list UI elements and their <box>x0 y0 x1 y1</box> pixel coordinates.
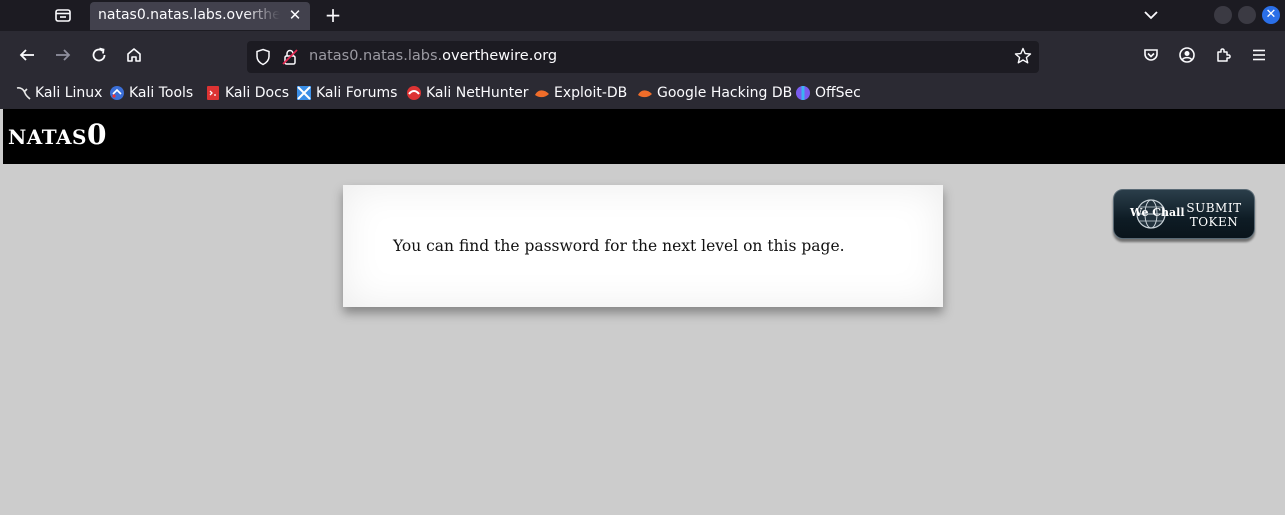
bookmark-kali-linux[interactable]: Kali Linux <box>15 83 102 103</box>
kali-dragon-icon <box>15 85 31 101</box>
content-message: You can find the password for the next l… <box>393 237 845 255</box>
active-tab[interactable]: natas0.natas.labs.overthewire.org ✕ <box>90 2 310 30</box>
page-title: natas0 <box>8 118 107 151</box>
bookmark-star-icon[interactable] <box>1014 47 1032 69</box>
submit-label-line2: TOKEN <box>1189 215 1239 229</box>
submit-label-line1: SUBMIT <box>1186 201 1242 215</box>
offsec-icon <box>795 85 811 101</box>
kali-forums-icon <box>296 85 312 101</box>
bookmark-label: Google Hacking DB <box>657 85 793 101</box>
menu-icon[interactable] <box>1246 42 1272 68</box>
bookmark-kali-nethunter[interactable]: Kali NetHunter <box>406 83 528 103</box>
web-page: natas0 You can find the password for the… <box>3 109 1285 515</box>
forward-icon[interactable] <box>50 42 76 68</box>
bookmark-label: Kali Linux <box>35 85 103 101</box>
bookmark-label: Kali Forums <box>316 85 398 101</box>
bookmark-kali-tools[interactable]: Kali Tools <box>109 83 193 103</box>
new-tab-button[interactable]: + <box>322 4 344 26</box>
navigation-toolbar: natas0.natas.labs.overthewire.org <box>0 31 1285 78</box>
bookmarks-toolbar: Kali Linux Kali Tools Kali Docs Kali For… <box>0 78 1285 109</box>
content-box: You can find the password for the next l… <box>343 185 943 307</box>
url-domain: overthewire.org <box>442 48 558 64</box>
wechall-logo-text: We Chall <box>1130 206 1185 219</box>
nethunter-icon <box>406 85 422 101</box>
account-icon[interactable] <box>1174 42 1200 68</box>
tab-close-icon[interactable]: ✕ <box>286 5 304 25</box>
bookmark-kali-forums[interactable]: Kali Forums <box>296 83 397 103</box>
shield-icon[interactable] <box>255 48 271 70</box>
bookmark-kali-docs[interactable]: Kali Docs <box>205 83 289 103</box>
bookmark-label: Kali NetHunter <box>426 85 529 101</box>
exploit-db-icon <box>534 85 550 101</box>
address-bar[interactable]: natas0.natas.labs.overthewire.org <box>247 41 1039 73</box>
url-prefix: natas0.natas.labs. <box>309 48 443 64</box>
url-text[interactable]: natas0.natas.labs.overthewire.org <box>309 48 557 64</box>
ghdb-icon <box>637 85 653 101</box>
pocket-icon[interactable] <box>1138 42 1164 68</box>
tab-strip: natas0.natas.labs.overthewire.org ✕ + ✕ <box>0 0 1285 31</box>
bookmark-google-hacking-db[interactable]: Google Hacking DB <box>637 83 792 103</box>
chevron-down-icon[interactable] <box>1140 4 1162 26</box>
page-header: natas0 <box>3 109 1285 164</box>
bookmark-label: Exploit-DB <box>554 85 628 101</box>
list-all-tabs-icon[interactable] <box>52 5 74 25</box>
extensions-icon[interactable] <box>1210 42 1236 68</box>
bookmark-offsec[interactable]: OffSec <box>795 83 861 103</box>
kali-tools-icon <box>109 85 125 101</box>
home-icon[interactable] <box>121 42 147 68</box>
bookmark-label: Kali Tools <box>129 85 194 101</box>
back-icon[interactable] <box>14 42 40 68</box>
maximize-window-button[interactable] <box>1238 6 1256 24</box>
close-window-button[interactable]: ✕ <box>1262 6 1280 24</box>
reload-icon[interactable] <box>86 42 112 68</box>
bookmark-label: Kali Docs <box>225 85 290 101</box>
submit-token-label: SUBMIT TOKEN <box>1184 201 1244 229</box>
bookmark-label: OffSec <box>815 85 861 101</box>
tab-title: natas0.natas.labs.overthewire.org <box>98 7 280 23</box>
minimize-window-button[interactable] <box>1214 6 1232 24</box>
submit-token-button[interactable]: We Chall SUBMIT TOKEN <box>1113 189 1255 239</box>
kali-docs-icon <box>205 85 221 101</box>
insecure-lock-icon[interactable] <box>282 48 298 70</box>
bookmark-exploit-db[interactable]: Exploit-DB <box>534 83 627 103</box>
